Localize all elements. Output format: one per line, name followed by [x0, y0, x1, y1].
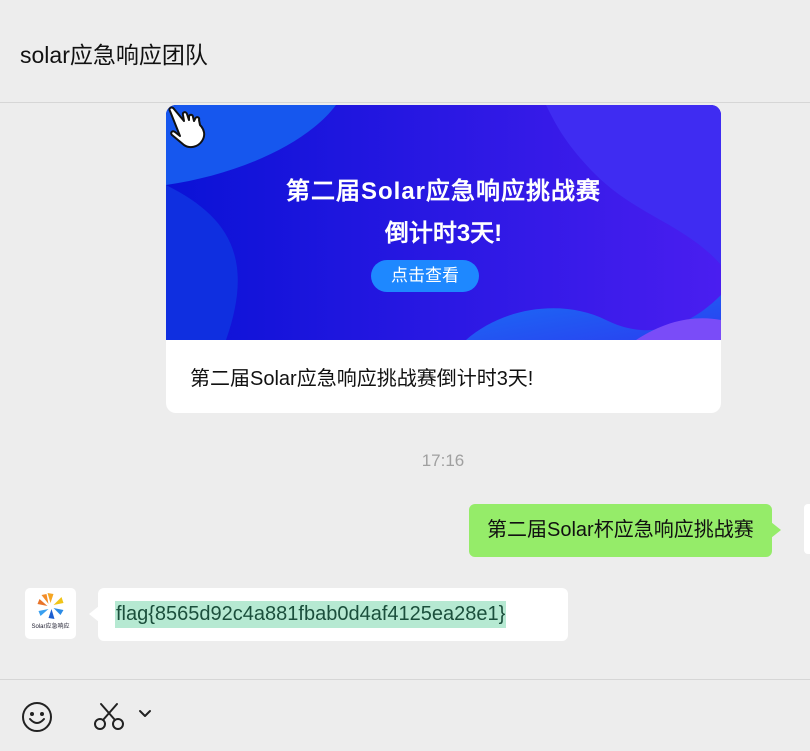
avatar-label: Solar应急响应 [31, 624, 70, 630]
pointing-hand-icon [168, 106, 206, 149]
incoming-message[interactable]: flag{8565d92c4a881fbab0d4af4125ea28e1} [89, 588, 568, 641]
input-toolbar [0, 679, 810, 751]
sender-avatar[interactable]: Solar应急响应 [25, 588, 76, 639]
chat-header: solar应急响应团队 [0, 0, 810, 103]
banner-view-button[interactable]: 点击查看 [371, 260, 479, 292]
article-card[interactable]: 第二届Solar应急响应挑战赛 倒计时3天! 点击查看 第二届Solar应急响应… [166, 105, 721, 413]
self-avatar[interactable] [804, 504, 810, 554]
message-list[interactable]: 第二届Solar应急响应挑战赛 倒计时3天! 点击查看 第二届Solar应急响应… [0, 103, 810, 679]
chevron-down-icon[interactable] [138, 709, 152, 719]
banner-title: 第二届Solar应急响应挑战赛 [285, 178, 602, 205]
article-caption: 第二届Solar应急响应挑战赛倒计时3天! [190, 368, 534, 390]
outgoing-message[interactable]: 第二届Solar杯应急响应挑战赛 [469, 504, 781, 557]
incoming-message-text[interactable]: flag{8565d92c4a881fbab0d4af4125ea28e1} [115, 601, 507, 628]
article-banner[interactable]: 第二届Solar应急响应挑战赛 倒计时3天! 点击查看 [166, 105, 721, 340]
banner-subtitle: 倒计时3天! [384, 220, 503, 247]
solar-logo-icon [37, 593, 64, 619]
scissors-icon[interactable] [93, 702, 125, 732]
message-timestamp: 17:16 [421, 451, 465, 470]
smile-icon[interactable] [21, 701, 53, 733]
chat-title: solar应急响应团队 [20, 42, 208, 68]
